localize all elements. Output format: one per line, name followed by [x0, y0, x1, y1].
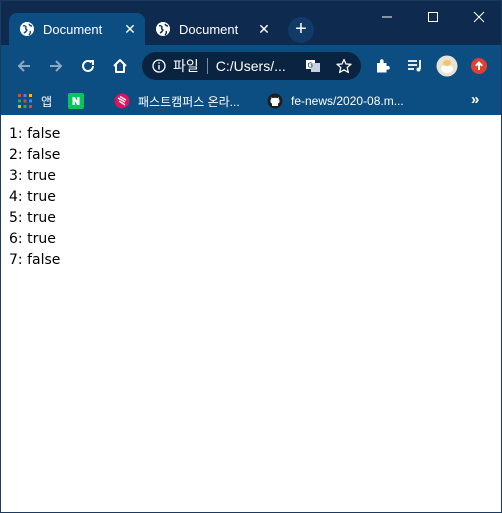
output-line: 1: false: [9, 126, 61, 142]
media-queue-icon[interactable]: [403, 54, 427, 78]
profile-avatar[interactable]: [435, 54, 459, 78]
bookmark-apps[interactable]: 앱: [17, 91, 52, 111]
tab-title: Document: [43, 21, 103, 37]
bookmark-fe-news[interactable]: fe-news/2020-08.m...: [267, 91, 404, 111]
minimize-button[interactable]: [364, 1, 410, 33]
browser-window: Document ✕ Document ✕ + 파일 C:/Users/... …: [0, 0, 502, 513]
tab-document-active[interactable]: Document ✕: [9, 13, 145, 45]
title-bar: Document ✕ Document ✕ +: [1, 1, 501, 45]
naver-icon: [68, 93, 84, 109]
output-line: 5: true: [9, 210, 56, 226]
output-line: 4: true: [9, 189, 56, 205]
svg-text:G: G: [308, 62, 313, 70]
extensions-puzzle-icon[interactable]: [371, 54, 395, 78]
bookmark-label: 앱: [41, 94, 53, 109]
output-line: 6: true: [9, 231, 56, 247]
window-close-button[interactable]: [456, 1, 501, 33]
fastcampus-icon: [114, 93, 130, 109]
info-icon[interactable]: [152, 59, 166, 73]
tab-close-icon[interactable]: ✕: [255, 21, 273, 38]
bookmark-label: fe-news/2020-08.m...: [291, 94, 404, 108]
scheme-label: 파일: [173, 58, 199, 74]
bookmark-naver[interactable]: [68, 91, 84, 111]
toolbar: 파일 C:/Users/... G: [1, 45, 501, 87]
github-icon: [267, 93, 283, 109]
translate-icon[interactable]: G: [304, 57, 322, 75]
url-text[interactable]: C:/Users/...: [216, 58, 286, 74]
tab-close-icon[interactable]: ✕: [121, 21, 139, 38]
back-arrow-icon[interactable]: [12, 54, 36, 78]
bookmarks-bar: 앱 패스트캠퍼스 온라... fe-news/2020-08.m... »: [1, 87, 501, 115]
bookmark-label: 패스트캠퍼스 온라...: [138, 94, 240, 109]
bookmark-fastcampus[interactable]: 패스트캠퍼스 온라...: [114, 91, 240, 111]
page-content: 1: false 2: false 3: true 4: true 5: tru…: [1, 115, 501, 512]
update-arrow-icon[interactable]: [467, 54, 491, 78]
output-line: 7: false: [9, 252, 61, 268]
output-line: 3: true: [9, 168, 56, 184]
home-icon[interactable]: [108, 54, 132, 78]
reload-icon[interactable]: [76, 54, 100, 78]
bookmarks-overflow-button[interactable]: »: [471, 91, 479, 108]
address-separator: [206, 58, 208, 74]
globe-icon: [19, 21, 35, 37]
new-tab-button[interactable]: +: [288, 17, 314, 43]
output-line: 2: false: [9, 147, 61, 163]
maximize-button[interactable]: [410, 1, 456, 33]
address-bar[interactable]: 파일 C:/Users/... G: [142, 52, 361, 80]
bookmark-star-icon[interactable]: [335, 57, 353, 75]
forward-arrow-icon[interactable]: [44, 54, 68, 78]
tab-document[interactable]: Document ✕: [145, 13, 279, 45]
globe-icon: [155, 21, 171, 37]
apps-grid-icon: [17, 93, 33, 109]
tab-title: Document: [179, 21, 239, 37]
